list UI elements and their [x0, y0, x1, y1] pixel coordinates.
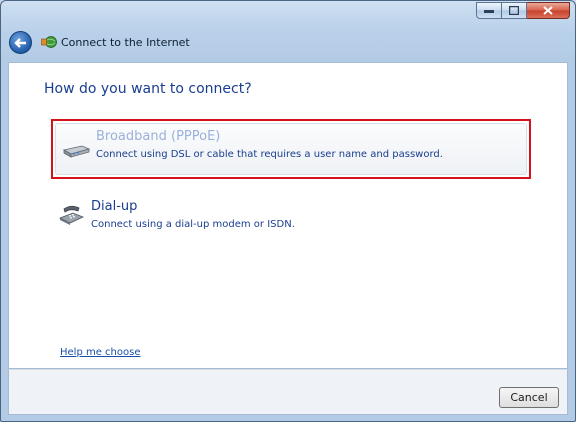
option-broadband-description: Connect using DSL or cable that requires…: [96, 149, 443, 160]
maximize-icon: [509, 6, 519, 15]
dialog-footer: Cancel: [8, 369, 568, 415]
option-dial-up-description: Connect using a dial-up modem or ISDN.: [91, 219, 295, 230]
option-broadband-highlight: Broadband (PPPoE) Connect using DSL or c…: [55, 123, 527, 175]
maximize-button[interactable]: [502, 2, 527, 19]
broadband-modem-icon: [62, 145, 90, 158]
page-heading: How do you want to connect?: [44, 81, 252, 97]
option-dial-up-title: Dial-up: [91, 199, 138, 214]
back-button[interactable]: [9, 31, 32, 54]
close-icon: [543, 6, 553, 15]
cancel-button[interactable]: Cancel: [499, 387, 559, 408]
help-me-choose-link[interactable]: Help me choose: [60, 347, 140, 358]
option-broadband-pppoe[interactable]: Broadband (PPPoE) Connect using DSL or c…: [51, 119, 531, 179]
title-bar: Connect to the Internet: [1, 1, 575, 61]
close-button[interactable]: [527, 2, 570, 19]
back-arrow-icon: [14, 37, 26, 48]
minimize-icon: [484, 9, 494, 13]
minimize-button[interactable]: [476, 2, 502, 19]
window-controls: [476, 2, 570, 19]
option-dial-up[interactable]: Dial-up Connect using a dial-up modem or…: [51, 193, 531, 253]
content-area: How do you want to connect? Broadband (P…: [8, 62, 568, 369]
network-globe-icon: [41, 36, 57, 48]
option-broadband-title: Broadband (PPPoE): [96, 129, 221, 144]
dialup-phone-icon: [59, 205, 85, 225]
dialog-window: Connect to the Internet How do you want …: [0, 0, 576, 422]
window-title: Connect to the Internet: [61, 36, 190, 49]
